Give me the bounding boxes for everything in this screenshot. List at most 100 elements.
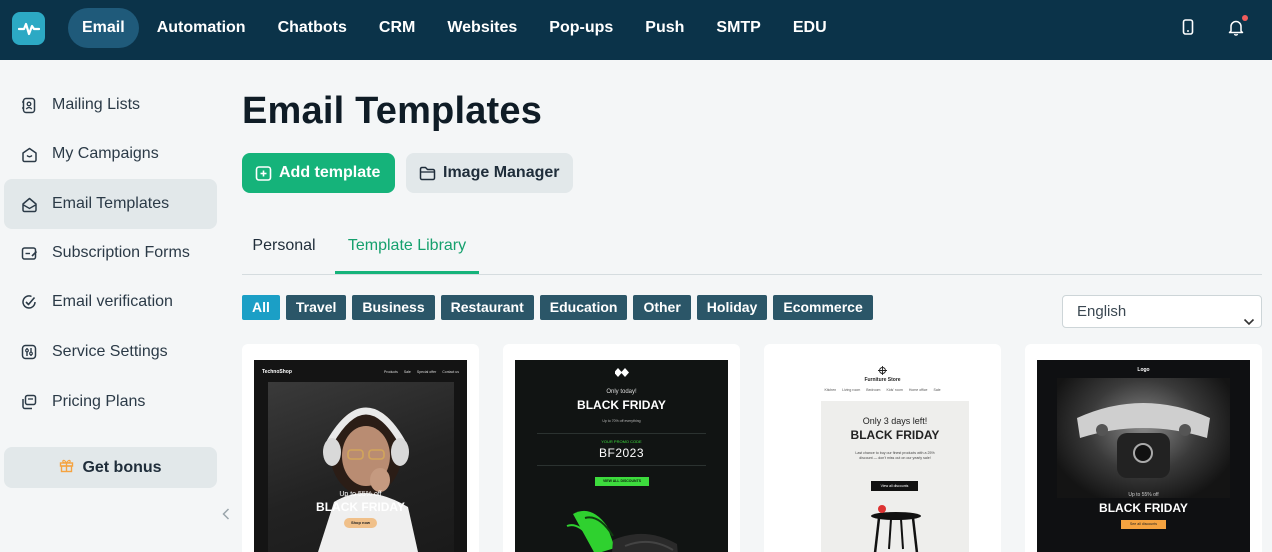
nav-edu[interactable]: EDU	[777, 8, 843, 48]
template-card[interactable]: Only today! BLACK FRIDAY Up to 70% off e…	[503, 344, 740, 552]
template-menu-item: Contact us	[442, 370, 459, 374]
template-card[interactable]: Logo Up to 55% off BLACK FRIDAY See all …	[1025, 344, 1262, 552]
template-brand: TechnoShop	[262, 369, 292, 375]
sidebar-item-label: Email verification	[52, 293, 173, 310]
nav-email[interactable]: Email	[68, 8, 139, 48]
notification-dot	[1242, 15, 1248, 21]
template-thumbnail: Furniture Store Kitchen Living room Bedr…	[776, 360, 989, 552]
template-thumbnail: TechnoShop Products Sale Special offer C…	[254, 360, 467, 552]
template-menu-item: Special offer	[416, 370, 437, 374]
template-body-text: Last chance to buy our finest products w…	[855, 451, 935, 460]
template-menu-item: Living room	[842, 388, 861, 392]
template-menu-item: Sale	[933, 388, 941, 392]
tab-personal[interactable]: Personal	[242, 230, 326, 274]
add-template-label: Add template	[279, 164, 381, 181]
top-navigation-bar: Email Automation Chatbots CRM Websites P…	[0, 0, 1272, 60]
template-brand: Furniture Store	[864, 377, 901, 383]
nav-crm[interactable]: CRM	[363, 8, 431, 48]
campaign-icon	[20, 145, 38, 163]
collapse-sidebar-chevron-icon[interactable]	[219, 506, 233, 522]
sidebar-item-pricing-plans[interactable]: Pricing Plans	[4, 377, 217, 427]
page-title: Email Templates	[242, 90, 543, 132]
folder-icon	[418, 164, 436, 182]
sidebar-item-label: My Campaigns	[52, 145, 159, 162]
filter-other[interactable]: Other	[633, 295, 691, 320]
template-headline: BLACK FRIDAY	[850, 428, 940, 442]
template-hero-image	[555, 496, 695, 552]
get-bonus-label: Get bonus	[82, 458, 162, 476]
template-card[interactable]: TechnoShop Products Sale Special offer C…	[242, 344, 479, 552]
sidebar-item-my-campaigns[interactable]: My Campaigns	[4, 129, 217, 179]
template-headline: BLACK FRIDAY	[316, 500, 405, 514]
filter-holiday[interactable]: Holiday	[696, 295, 768, 320]
template-thumbnail: Only today! BLACK FRIDAY Up to 70% off e…	[515, 360, 728, 552]
add-template-button[interactable]: Add template	[242, 153, 395, 193]
template-offer: Up to 55% off	[339, 491, 382, 498]
filter-restaurant[interactable]: Restaurant	[440, 295, 534, 320]
sidebar-item-service-settings[interactable]: Service Settings	[4, 327, 217, 377]
template-menu-item: Kitchen	[824, 388, 837, 392]
chevron-down-icon	[1243, 306, 1255, 337]
image-manager-button[interactable]: Image Manager	[406, 153, 573, 193]
nav-automation[interactable]: Automation	[141, 8, 262, 48]
nav-smtp[interactable]: SMTP	[700, 8, 776, 48]
main-nav: Email Automation Chatbots CRM Websites P…	[68, 8, 843, 48]
sidebar-item-mailing-lists[interactable]: Mailing Lists	[4, 80, 217, 130]
sidebar-item-label: Email Templates	[52, 195, 170, 212]
template-hero-image	[1057, 378, 1230, 498]
nav-push[interactable]: Push	[629, 8, 700, 48]
mobile-icon[interactable]	[1178, 16, 1198, 38]
filter-ecommerce[interactable]: Ecommerce	[773, 295, 873, 320]
form-icon	[20, 244, 38, 262]
language-select-value: English	[1077, 303, 1127, 320]
template-cta: View all discounts	[871, 481, 918, 491]
sidebar-item-label: Subscription Forms	[52, 244, 190, 261]
address-book-icon	[20, 96, 38, 114]
nav-chatbots[interactable]: Chatbots	[262, 8, 363, 48]
category-filters: All Travel Business Restaurant Education…	[242, 295, 873, 320]
language-select[interactable]: English	[1062, 295, 1262, 328]
bell-icon[interactable]	[1226, 15, 1248, 38]
template-card[interactable]: Furniture Store Kitchen Living room Bedr…	[764, 344, 1001, 552]
template-brand: Logo	[1137, 367, 1150, 373]
filter-all[interactable]: All	[242, 295, 280, 320]
get-bonus-button[interactable]: Get bonus	[4, 447, 217, 488]
template-cta: Shop now	[344, 518, 377, 528]
filter-travel[interactable]: Travel	[285, 295, 347, 320]
add-template-icon	[254, 164, 272, 182]
image-manager-label: Image Manager	[443, 164, 560, 181]
filter-business[interactable]: Business	[352, 295, 435, 320]
nav-websites[interactable]: Websites	[431, 8, 533, 48]
filter-education[interactable]: Education	[539, 295, 628, 320]
template-promo-label: YOUR PROMO CODE	[601, 439, 642, 444]
sidebar-item-email-verification[interactable]: Email verification	[4, 277, 217, 327]
template-headline: BLACK FRIDAY	[1099, 501, 1188, 515]
template-offer: Up to 55% off	[1128, 492, 1159, 498]
check-circle-icon	[20, 293, 38, 311]
template-menu-item: Bedroom	[866, 388, 881, 392]
app-logo-icon[interactable]	[12, 12, 45, 45]
template-subtext: Up to 70% off everything	[602, 419, 641, 423]
template-headline: BLACK FRIDAY	[577, 398, 666, 412]
sidebar-item-label: Pricing Plans	[52, 393, 146, 410]
settings-icon	[20, 343, 38, 361]
template-menu-item: Sale	[403, 370, 411, 374]
template-icon	[20, 195, 38, 213]
gift-icon	[59, 458, 74, 478]
compass-logo-icon	[776, 366, 989, 375]
template-tabs: Personal Template Library	[242, 230, 1262, 275]
template-menu-item: Home office	[908, 388, 928, 392]
sidebar-item-subscription-forms[interactable]: Subscription Forms	[4, 228, 217, 278]
template-cta: VIEW ALL DISCOUNTS	[595, 477, 649, 486]
template-cta: See all discounts	[1121, 520, 1166, 529]
template-hero-image	[861, 501, 931, 552]
template-menu-item: Products	[384, 370, 398, 374]
diamond-logo-icon	[515, 368, 728, 377]
sidebar-item-label: Mailing Lists	[52, 96, 141, 113]
sidebar-item-email-templates[interactable]: Email Templates	[4, 179, 217, 229]
nav-popups[interactable]: Pop-ups	[533, 8, 629, 48]
tab-template-library[interactable]: Template Library	[335, 230, 479, 274]
sidebar: Mailing Lists My Campaigns Email Templat…	[0, 60, 230, 552]
template-menu-item: Kids' room	[886, 388, 903, 392]
template-promo-code: BF2023	[598, 446, 645, 460]
